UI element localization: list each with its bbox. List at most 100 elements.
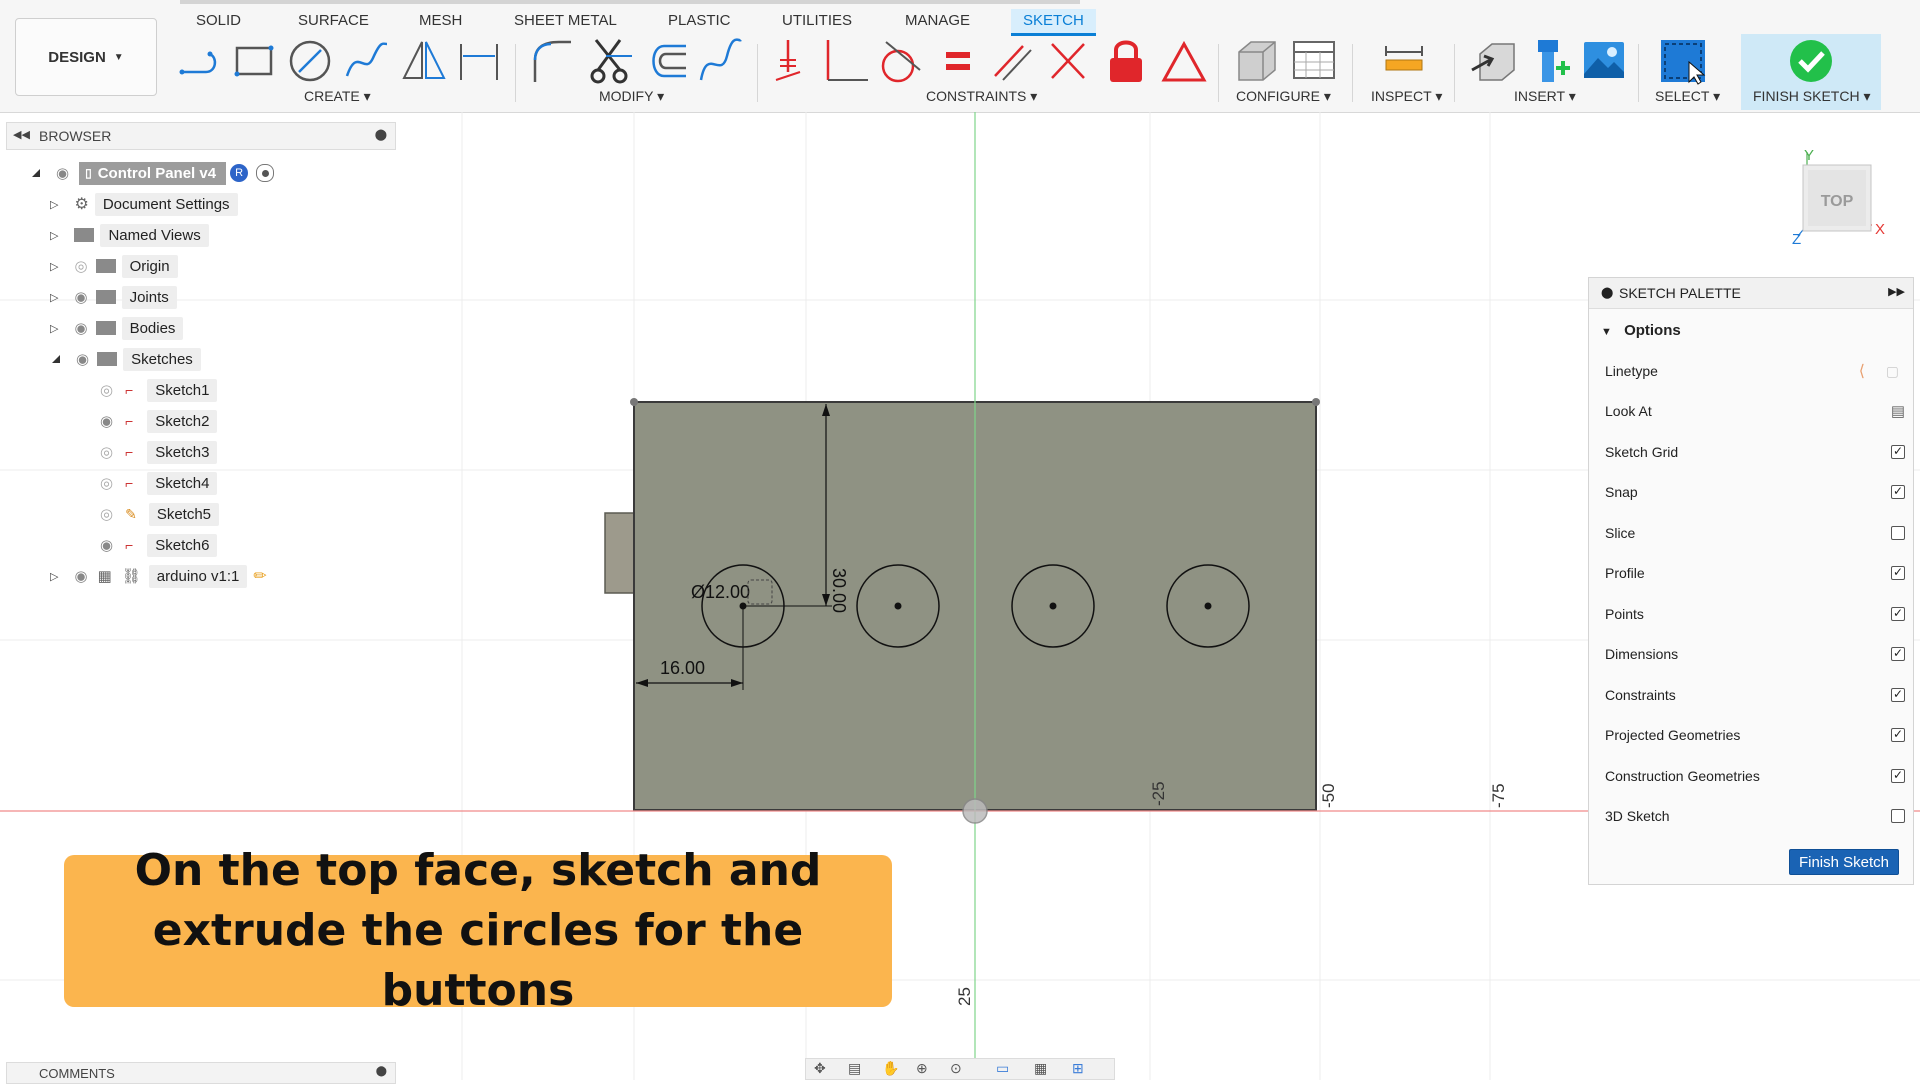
collapse-panel-icon[interactable]: ◀◀: [13, 128, 30, 141]
dimensions-checkbox[interactable]: ✓: [1891, 647, 1905, 661]
browser-sketch-row[interactable]: ◎ ✎ Sketch5: [100, 501, 220, 527]
zoom-icon[interactable]: ⊕: [916, 1060, 928, 1077]
fillet-tool-icon[interactable]: [527, 36, 575, 86]
points-checkbox[interactable]: ✓: [1891, 607, 1905, 621]
browser-item-origin[interactable]: ▷ ◎ Origin: [50, 253, 178, 279]
equal-constraint-icon[interactable]: [934, 36, 982, 86]
eye-icon[interactable]: ◉: [100, 412, 113, 430]
expand-triangle-icon[interactable]: ▷: [50, 291, 58, 304]
eye-icon[interactable]: ◉: [74, 288, 87, 306]
browser-root-row[interactable]: ◉ ▯ Control Panel v4 R: [30, 160, 275, 186]
tab-plastic[interactable]: PLASTIC: [656, 9, 743, 33]
corner-point[interactable]: [1312, 398, 1320, 406]
inspect-menu[interactable]: INSPECT ▾: [1371, 88, 1442, 105]
expand-triangle-icon[interactable]: ▷: [50, 229, 58, 242]
eye-hidden-icon[interactable]: ◎: [100, 443, 113, 461]
browser-sketch-row[interactable]: ◉ ⌐ Sketch2: [100, 408, 218, 434]
finish-sketch-menu[interactable]: FINISH SKETCH ▾: [1753, 88, 1870, 105]
insert-derive-icon[interactable]: [1470, 36, 1518, 86]
view-cube-face-top[interactable]: TOP: [1821, 193, 1854, 210]
orbit-icon[interactable]: ✥: [814, 1060, 826, 1077]
tangent-constraint-icon[interactable]: [876, 36, 924, 86]
circle-center-point[interactable]: [894, 602, 902, 610]
look-at-icon[interactable]: ▤: [848, 1060, 861, 1077]
insert-menu[interactable]: INSERT ▾: [1514, 88, 1576, 105]
constraints-menu[interactable]: CONSTRAINTS ▾: [926, 88, 1037, 105]
dimension-tool-icon[interactable]: [455, 36, 503, 86]
browser-item-document-settings[interactable]: ▷ ⚙ Document Settings: [50, 191, 238, 217]
circle-center-point[interactable]: [1204, 602, 1212, 610]
tab-mesh[interactable]: MESH: [407, 9, 474, 33]
origin-point[interactable]: [962, 798, 988, 824]
browser-sketch-row[interactable]: ◉ ⌐ Sketch6: [100, 532, 218, 558]
linetype-construction-icon[interactable]: ⟨: [1859, 361, 1865, 381]
browser-sketch-row[interactable]: ◎ ⌐ Sketch1: [100, 377, 218, 403]
constraints-checkbox[interactable]: ✓: [1891, 688, 1905, 702]
insert-image-icon[interactable]: [1580, 36, 1628, 86]
rectangle-tool-icon[interactable]: [231, 36, 279, 86]
sketch-scale-icon[interactable]: [697, 36, 745, 86]
look-at-icon[interactable]: ▤: [1891, 402, 1905, 420]
pan-hand-icon[interactable]: ✋: [882, 1060, 899, 1077]
view-cube[interactable]: TOP Y X Z: [1792, 147, 1885, 248]
eye-hidden-icon[interactable]: ◎: [100, 381, 113, 399]
eye-icon[interactable]: ◉: [56, 164, 69, 182]
finish-sketch-button[interactable]: Finish Sketch: [1789, 849, 1899, 875]
expand-triangle-icon[interactable]: ▷: [50, 260, 58, 273]
configure-menu[interactable]: CONFIGURE ▾: [1236, 88, 1331, 105]
palette-pin-icon[interactable]: ⬤: [1601, 286, 1613, 299]
eye-hidden-icon[interactable]: ◎: [100, 505, 113, 523]
modify-menu[interactable]: MODIFY ▾: [599, 88, 664, 105]
eye-icon[interactable]: ◉: [76, 350, 89, 368]
expand-triangle-icon[interactable]: ▷: [50, 198, 58, 211]
lock-icon[interactable]: [1102, 36, 1150, 86]
parallel-constraint-icon[interactable]: [989, 36, 1037, 86]
snap-checkbox[interactable]: ✓: [1891, 485, 1905, 499]
tab-utilities[interactable]: UTILITIES: [770, 9, 864, 33]
pin-icon[interactable]: ⬤: [376, 1066, 387, 1077]
linetype-centerline-icon[interactable]: ▢: [1886, 363, 1899, 380]
offset-tool-icon[interactable]: [642, 36, 690, 86]
circle-tool-icon[interactable]: [286, 36, 334, 86]
comments-panel-header[interactable]: COMMENTS ⬤: [6, 1062, 396, 1084]
fit-icon[interactable]: ⊙: [950, 1060, 962, 1077]
collapse-triangle-icon[interactable]: [30, 167, 42, 179]
display-settings-icon[interactable]: ▭: [996, 1060, 1009, 1077]
viewports-icon[interactable]: ⊞: [1072, 1060, 1084, 1077]
collapse-triangle-icon[interactable]: ▼: [1601, 326, 1612, 338]
perpendicular-constraint-icon[interactable]: [822, 36, 870, 86]
symmetry-constraint-icon[interactable]: [1044, 36, 1092, 86]
grid-settings-icon[interactable]: ▦: [1034, 1060, 1047, 1077]
tab-manage[interactable]: MANAGE: [893, 9, 982, 33]
slice-checkbox[interactable]: [1891, 526, 1905, 540]
pencil-icon[interactable]: ✏: [253, 566, 266, 586]
trim-scissors-icon[interactable]: [586, 36, 634, 86]
browser-item-named-views[interactable]: ▷ Named Views: [50, 222, 209, 248]
eye-icon[interactable]: ◉: [74, 567, 87, 585]
mirror-tool-icon[interactable]: [400, 36, 448, 86]
expand-panel-icon[interactable]: ▶▶: [1888, 285, 1905, 298]
dimension-horizontal-value[interactable]: 16.00: [660, 658, 705, 678]
insert-mcmaster-icon[interactable]: [1526, 36, 1574, 86]
browser-sketch-row[interactable]: ◎ ⌐ Sketch4: [100, 470, 218, 496]
spline-tool-icon[interactable]: [343, 36, 391, 86]
line-tool-icon[interactable]: [176, 36, 224, 86]
measure-icon[interactable]: [1380, 36, 1428, 86]
dimension-vertical-value[interactable]: 30.00: [829, 568, 849, 613]
expand-triangle-icon[interactable]: ▷: [50, 322, 58, 335]
corner-point[interactable]: [630, 398, 638, 406]
configuration-table-icon[interactable]: [1290, 36, 1338, 86]
browser-item-joints[interactable]: ▷ ◉ Joints: [50, 284, 177, 310]
circle-center-point[interactable]: [1049, 602, 1057, 610]
finish-sketch-checkmark-icon[interactable]: [1787, 36, 1835, 86]
projected-geometries-checkbox[interactable]: ✓: [1891, 728, 1905, 742]
eye-hidden-icon[interactable]: ◎: [100, 474, 113, 492]
select-cursor-icon[interactable]: [1659, 36, 1707, 86]
tab-solid[interactable]: SOLID: [184, 9, 253, 33]
sketch-grid-checkbox[interactable]: ✓: [1891, 445, 1905, 459]
browser-sketch-row[interactable]: ◎ ⌐ Sketch3: [100, 439, 218, 465]
select-menu[interactable]: SELECT ▾: [1655, 88, 1720, 105]
workspace-switcher[interactable]: DESIGN ▼: [15, 18, 157, 96]
parameters-box-icon[interactable]: [1233, 36, 1281, 86]
expand-triangle-icon[interactable]: ▷: [50, 570, 58, 583]
